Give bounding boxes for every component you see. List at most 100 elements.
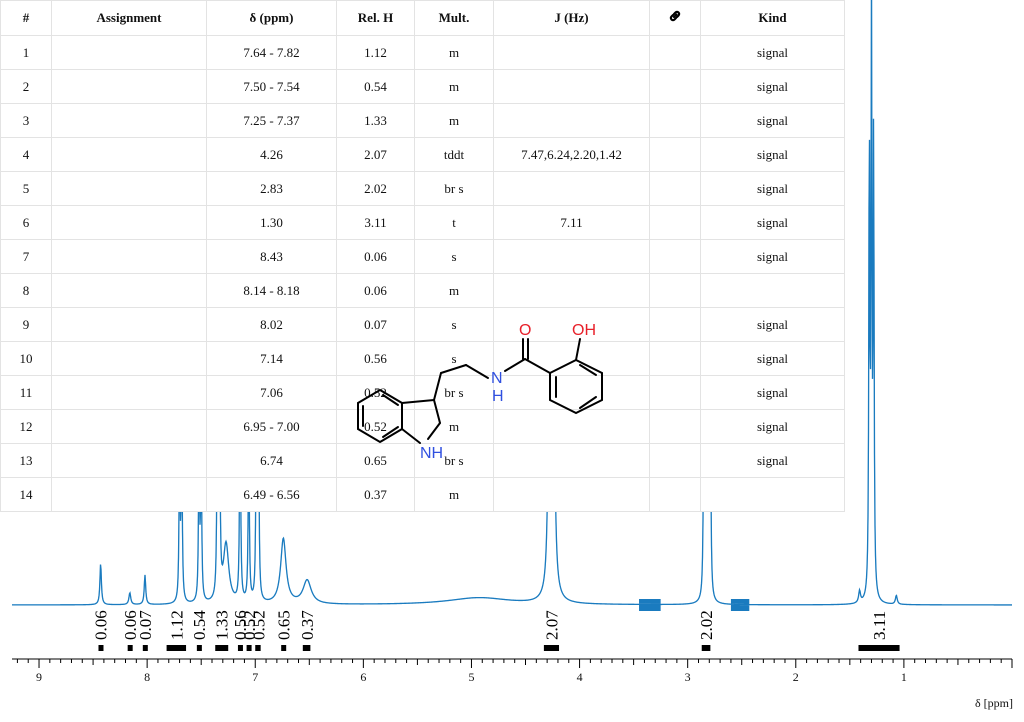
cell-j bbox=[493, 239, 650, 274]
table-row[interactable]: 7 8.43 0.06 s signal bbox=[0, 239, 845, 274]
cell-assignment bbox=[51, 375, 207, 410]
cell-shift: 7.14 bbox=[206, 341, 337, 376]
col-link[interactable] bbox=[649, 0, 701, 36]
cell-assignment bbox=[51, 239, 207, 274]
cell-shift: 6.95 - 7.00 bbox=[206, 409, 337, 444]
cell-link bbox=[649, 307, 701, 342]
cell-rel-h: 1.12 bbox=[336, 35, 415, 70]
table-row[interactable]: 6 1.30 3.11 t 7.11 signal bbox=[0, 205, 845, 240]
cell-assignment bbox=[51, 307, 207, 342]
cell-number: 7 bbox=[0, 239, 52, 274]
integral-bar bbox=[215, 645, 229, 651]
table-row[interactable]: 4 4.26 2.07 tddt 7.47,6.24,2.20,1.42 signal bbox=[0, 137, 845, 172]
cell-mult: tddt bbox=[414, 137, 494, 172]
cell-kind: signal bbox=[700, 307, 845, 342]
tick-label: 4 bbox=[577, 670, 583, 684]
cell-rel-h: 1.33 bbox=[336, 103, 415, 138]
cell-number: 12 bbox=[0, 409, 52, 444]
integral-label: 0.06 bbox=[92, 610, 111, 640]
cell-mult: t bbox=[414, 205, 494, 240]
integral-bar bbox=[98, 645, 104, 651]
cell-kind bbox=[700, 273, 845, 308]
cell-kind: signal bbox=[700, 103, 845, 138]
integral-label: 2.02 bbox=[697, 610, 716, 640]
cell-mult: s bbox=[414, 239, 494, 274]
cell-assignment bbox=[51, 273, 207, 308]
integral-bar bbox=[281, 645, 287, 651]
tick-label: 8 bbox=[144, 670, 150, 684]
cell-number: 5 bbox=[0, 171, 52, 206]
indole-nh-label: NH bbox=[420, 445, 443, 462]
link-icon[interactable] bbox=[668, 10, 682, 26]
cell-j bbox=[493, 477, 650, 512]
cell-rel-h: 2.02 bbox=[336, 171, 415, 206]
table-row[interactable]: 5 2.83 2.02 br s signal bbox=[0, 171, 845, 206]
cell-number: 14 bbox=[0, 477, 52, 512]
integral-bar bbox=[166, 645, 187, 651]
cell-shift: 7.25 - 7.37 bbox=[206, 103, 337, 138]
cell-kind: signal bbox=[700, 239, 845, 274]
cell-link bbox=[649, 443, 701, 478]
integral-label: 0.54 bbox=[190, 610, 209, 640]
cell-shift: 4.26 bbox=[206, 137, 337, 172]
cell-shift: 1.30 bbox=[206, 205, 337, 240]
amide-h-label: H bbox=[492, 388, 504, 405]
cell-link bbox=[649, 69, 701, 104]
tick-label: 6 bbox=[360, 670, 366, 684]
integral-bar bbox=[858, 645, 900, 651]
x-axis-label: δ [ppm] bbox=[975, 696, 1013, 710]
cell-j bbox=[493, 273, 650, 308]
cell-j bbox=[493, 35, 650, 70]
cell-rel-h: 0.37 bbox=[336, 477, 415, 512]
cell-shift: 8.14 - 8.18 bbox=[206, 273, 337, 308]
cell-assignment bbox=[51, 477, 207, 512]
cell-j: 7.47,6.24,2.20,1.42 bbox=[493, 137, 650, 172]
cell-link bbox=[649, 375, 701, 410]
table-row[interactable]: 8 8.14 - 8.18 0.06 m bbox=[0, 273, 845, 308]
cell-number: 4 bbox=[0, 137, 52, 172]
cell-mult: br s bbox=[414, 171, 494, 206]
cell-link bbox=[649, 409, 701, 444]
table-row[interactable]: 1 7.64 - 7.82 1.12 m signal bbox=[0, 35, 845, 70]
integral-label: 0.37 bbox=[298, 610, 317, 640]
tick-label: 9 bbox=[36, 670, 42, 684]
cell-kind: signal bbox=[700, 171, 845, 206]
cell-number: 6 bbox=[0, 205, 52, 240]
amide-n-label: N bbox=[491, 370, 503, 387]
cell-kind: signal bbox=[700, 69, 845, 104]
tick-label: 7 bbox=[252, 670, 258, 684]
cell-kind: signal bbox=[700, 35, 845, 70]
cell-link bbox=[649, 273, 701, 308]
table-row[interactable]: 3 7.25 - 7.37 1.33 m signal bbox=[0, 103, 845, 138]
cell-link bbox=[649, 341, 701, 376]
integral-bar bbox=[543, 645, 560, 651]
cell-mult: m bbox=[414, 477, 494, 512]
integral-label: 0.07 bbox=[136, 610, 155, 640]
cell-j bbox=[493, 69, 650, 104]
tick-label: 3 bbox=[685, 670, 691, 684]
cell-link bbox=[649, 137, 701, 172]
table-row[interactable]: 14 6.49 - 6.56 0.37 m bbox=[0, 477, 845, 512]
cell-assignment bbox=[51, 35, 207, 70]
cell-shift: 2.83 bbox=[206, 171, 337, 206]
tick-label: 1 bbox=[901, 670, 907, 684]
integral-label: 1.33 bbox=[213, 610, 232, 640]
cell-number: 13 bbox=[0, 443, 52, 478]
cell-rel-h: 0.06 bbox=[336, 273, 415, 308]
cell-assignment bbox=[51, 409, 207, 444]
cell-kind: signal bbox=[700, 137, 845, 172]
integral-bar bbox=[302, 645, 311, 651]
cell-assignment bbox=[51, 341, 207, 376]
cell-kind: signal bbox=[700, 205, 845, 240]
table-row[interactable]: 2 7.50 - 7.54 0.54 m signal bbox=[0, 69, 845, 104]
col-number: # bbox=[0, 0, 52, 36]
cell-number: 11 bbox=[0, 375, 52, 410]
hydroxyl-label: OH bbox=[572, 322, 596, 339]
cell-assignment bbox=[51, 443, 207, 478]
cell-j bbox=[493, 103, 650, 138]
integral-label: 3.11 bbox=[870, 611, 889, 640]
col-mult: Mult. bbox=[414, 0, 494, 36]
col-kind: Kind bbox=[700, 0, 845, 36]
col-rel-h: Rel. H bbox=[336, 0, 415, 36]
molecule-structure: O OH N H NH bbox=[357, 322, 603, 462]
